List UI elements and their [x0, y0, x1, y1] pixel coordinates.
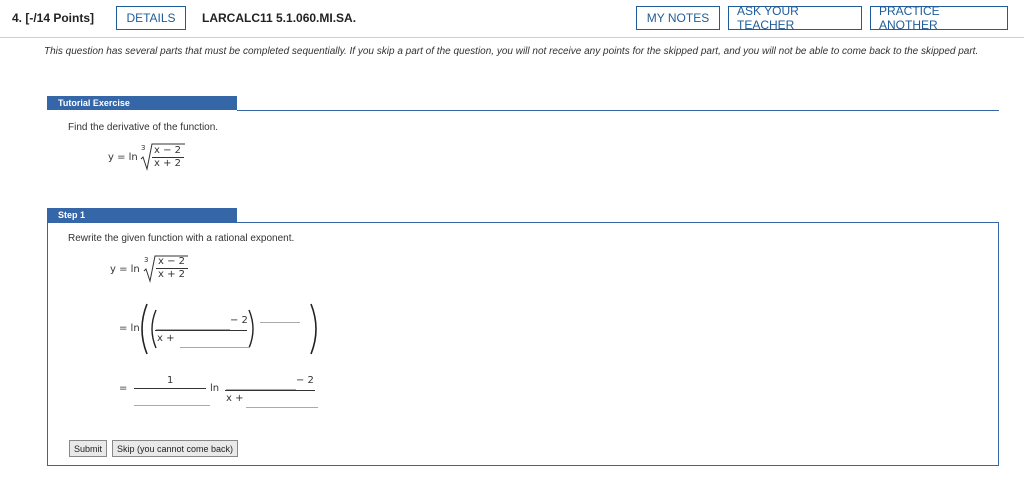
line3-denominator-input[interactable] [246, 391, 318, 408]
tutorial-prompt: Find the derivative of the function. [68, 122, 219, 133]
tutorial-divider [237, 110, 999, 111]
line3-ln: ln [210, 383, 220, 394]
line3-denominator-prefix: x + [226, 393, 244, 404]
denominator: x + 2 [154, 158, 182, 169]
step1-prompt: Rewrite the given function with a ration… [68, 233, 295, 244]
ask-your-teacher-button[interactable]: ASK YOUR TEACHER [728, 4, 862, 32]
line2-denominator-prefix: x + [157, 333, 175, 344]
line3-numerator-suffix: − 2 [296, 375, 314, 386]
step1-header: Step 1 [47, 208, 237, 222]
details-button[interactable]: DETAILS [116, 6, 186, 30]
my-notes-button[interactable]: MY NOTES [636, 6, 720, 30]
numerator: x − 2 [158, 256, 186, 267]
tutorial-exercise-header: Tutorial Exercise [47, 96, 237, 110]
question-number: 4. [-/14 Points] [12, 11, 95, 25]
question-code: LARCALC11 5.1.060.MI.SA. [202, 11, 357, 25]
numerator: x − 2 [154, 145, 182, 156]
line3-prefix: = [119, 383, 128, 394]
denominator: x + 2 [158, 269, 186, 280]
line3-coef-denominator-input[interactable] [134, 389, 210, 406]
instructions-text: This question has several parts that mus… [44, 46, 979, 57]
line3-numerator-input[interactable] [226, 373, 296, 390]
line2-exponent-input[interactable] [260, 306, 300, 323]
submit-button[interactable]: Submit [69, 440, 108, 457]
line2-denominator-input[interactable] [180, 331, 250, 348]
equation-lhs: y = ln [110, 264, 140, 275]
line2-numerator-suffix: − 2 [230, 315, 248, 326]
line2-numerator-input[interactable] [156, 313, 230, 330]
line3-coef-numerator: 1 [167, 375, 174, 386]
skip-button[interactable]: Skip (you cannot come back) [112, 440, 239, 457]
practice-another-button[interactable]: PRACTICE ANOTHER [870, 4, 1008, 32]
question-header: 4. [-/14 Points] DETAILS LARCALC11 5.1.0… [0, 0, 1024, 38]
equation-lhs: y = ln [108, 152, 138, 163]
